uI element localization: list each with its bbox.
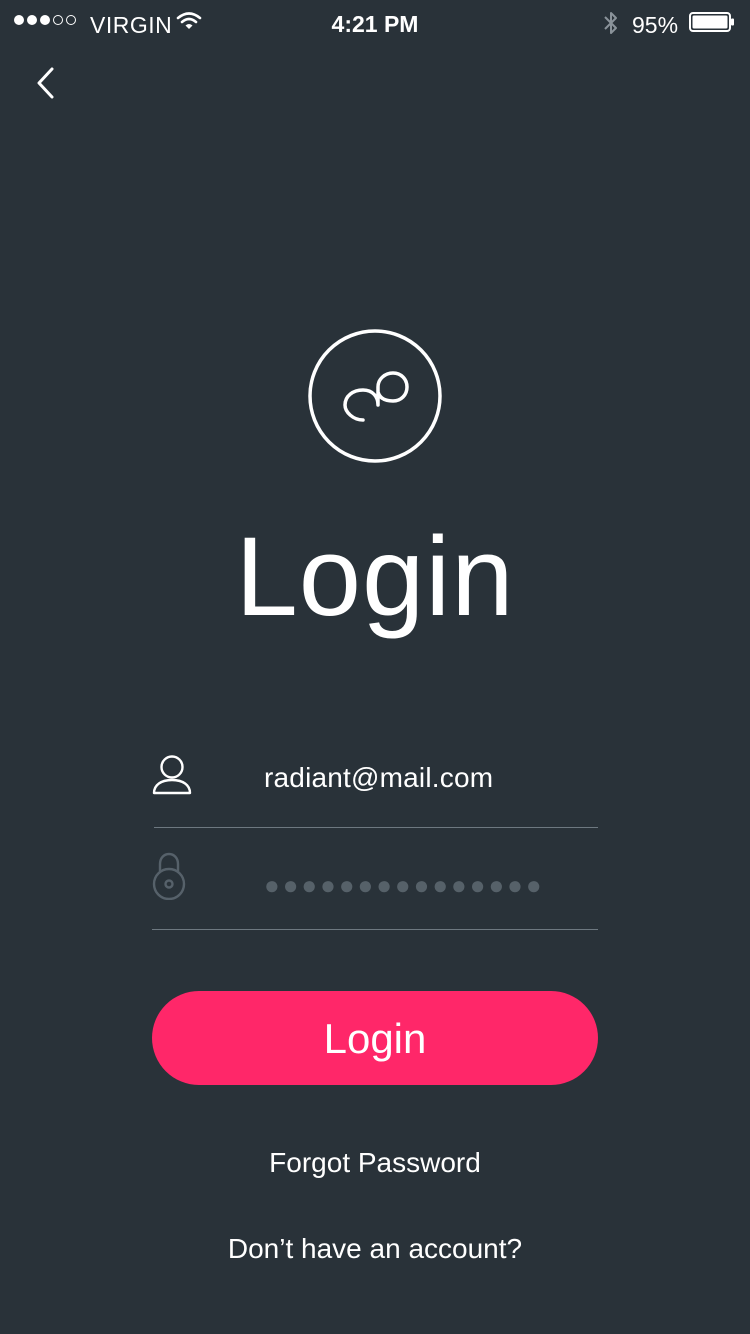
email-field-row: radiant@mail.com [152,748,598,828]
infinity-loop-logo-icon [308,329,442,463]
status-bar: VIRGIN 4:21 PM 95% [0,0,750,50]
page-title: Login [235,514,515,639]
login-button[interactable]: Login [152,991,598,1085]
app-logo [307,329,443,465]
email-underline [154,827,598,828]
email-input[interactable]: radiant@mail.com [264,762,598,794]
forgot-password-link[interactable]: Forgot Password [0,1147,750,1179]
signup-link[interactable]: Don’t have an account? [0,1233,750,1265]
chevron-left-icon [37,67,54,99]
bluetooth-icon [601,10,621,41]
back-button[interactable] [32,64,62,104]
battery-percentage: 95% [632,12,679,38]
password-underline [152,929,598,930]
lock-icon [152,852,186,905]
password-field-row: ●●●●●●●●●●●●●●● [152,850,598,930]
battery-icon [689,12,735,32]
password-input[interactable]: ●●●●●●●●●●●●●●● [264,870,598,901]
user-icon [152,754,192,801]
